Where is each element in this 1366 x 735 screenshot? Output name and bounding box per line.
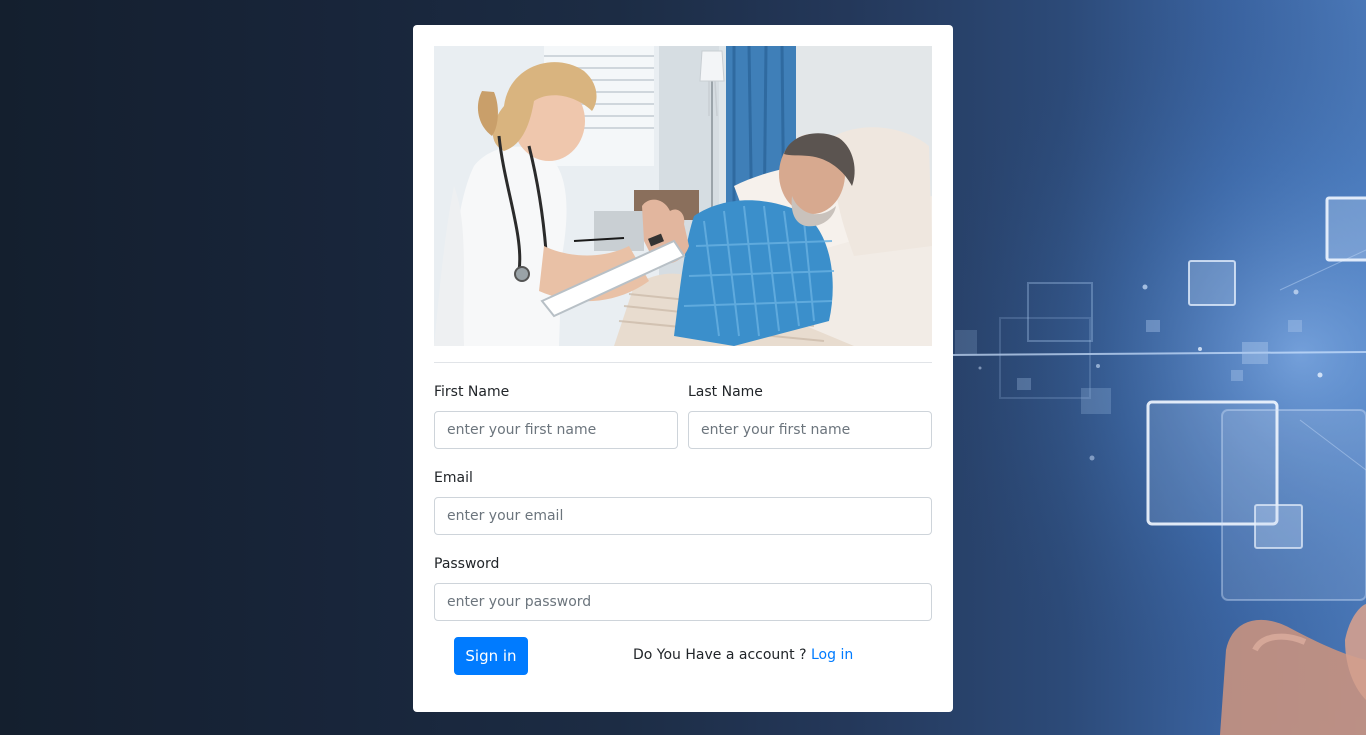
signup-card: First Name Last Name Email Password Sign… [413,25,953,712]
last-name-label: Last Name [688,384,763,400]
password-input[interactable] [434,583,932,621]
login-link[interactable]: Log in [811,647,853,663]
doctor-patient-photo [434,46,932,346]
email-input[interactable] [434,497,932,535]
account-prompt-text: Do You Have a account ? [633,647,807,663]
first-name-input[interactable] [434,411,678,449]
password-label: Password [434,556,500,572]
email-label: Email [434,470,473,486]
last-name-input[interactable] [688,411,932,449]
form-divider [434,362,932,363]
login-prompt: Do You Have a account ? Log in [633,645,853,665]
first-name-label: First Name [434,384,510,400]
sign-in-button[interactable]: Sign in [454,637,528,675]
